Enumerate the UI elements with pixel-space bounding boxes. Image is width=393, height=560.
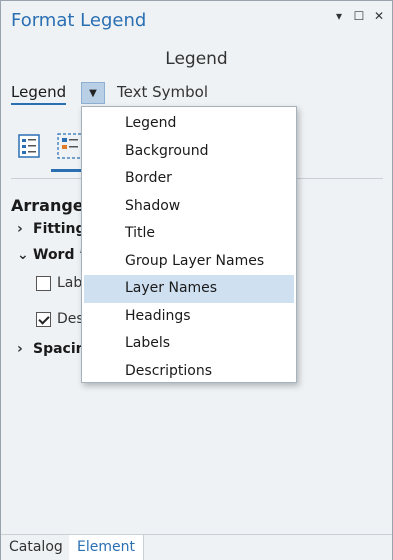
tab-element[interactable]: Element [69, 535, 144, 560]
chevron-down-icon: ▼ [89, 87, 97, 99]
fitting-group[interactable]: › Fitting [17, 221, 86, 237]
menu-item-headings[interactable]: Headings [84, 303, 294, 331]
word-wrap-group[interactable]: ⌄ Word ’ [17, 247, 85, 263]
menu-item-title[interactable]: Title [84, 220, 294, 248]
tab-row: Legend ▼ Text Symbol [1, 81, 392, 107]
menu-item-border[interactable]: Border [84, 165, 294, 193]
word-wrap-label: Word ’ [33, 247, 85, 263]
menu-item-legend[interactable]: Legend [84, 110, 294, 138]
descriptions-checkbox[interactable] [36, 311, 51, 327]
legend-dropdown-button[interactable]: ▼ [81, 82, 105, 104]
chevron-down-icon: ⌄ [17, 247, 29, 263]
pane-menu-icon[interactable]: ▾ [332, 9, 346, 23]
fitting-label: Fitting [33, 221, 86, 237]
menu-item-background[interactable]: Background [84, 138, 294, 166]
tab-text-symbol[interactable]: Text Symbol [117, 83, 208, 101]
spacing-label: Spacin [33, 341, 86, 357]
tab-legend[interactable]: Legend [11, 83, 67, 105]
menu-item-descriptions[interactable]: Descriptions [84, 358, 294, 386]
labels-checkbox-row[interactable]: Lab [36, 275, 82, 291]
labels-checkbox[interactable] [36, 275, 51, 291]
descriptions-checkbox-label: Des [57, 311, 84, 327]
maximize-icon[interactable]: ☐ [352, 9, 366, 23]
chevron-right-icon: › [17, 221, 23, 237]
menu-item-labels[interactable]: Labels [84, 330, 294, 358]
window-controls: ▾ ☐ ✕ [332, 9, 386, 23]
tab-catalog[interactable]: Catalog [1, 535, 72, 560]
descriptions-checkbox-row[interactable]: Des [36, 311, 84, 327]
menu-item-shadow[interactable]: Shadow [84, 193, 294, 221]
menu-item-layer-names[interactable]: Layer Names [84, 275, 294, 303]
element-type-label: Legend [165, 49, 228, 69]
pane-title: Format Legend [11, 10, 147, 31]
menu-item-group-layer-names[interactable]: Group Layer Names [84, 248, 294, 276]
chevron-right-icon: › [17, 341, 23, 357]
arrangement-icon[interactable] [57, 133, 83, 159]
spacing-group[interactable]: › Spacin [17, 341, 86, 357]
labels-checkbox-label: Lab [57, 275, 83, 291]
bottom-tab-strip: Catalog Element [1, 534, 392, 560]
legend-part-dropdown-menu: Legend Background Border Shadow Title Gr… [81, 106, 297, 383]
close-icon[interactable]: ✕ [372, 9, 386, 23]
legend-properties-icon[interactable] [17, 133, 41, 159]
format-legend-pane: Format Legend ▾ ☐ ✕ Legend Legend ▼ Text… [0, 0, 393, 560]
